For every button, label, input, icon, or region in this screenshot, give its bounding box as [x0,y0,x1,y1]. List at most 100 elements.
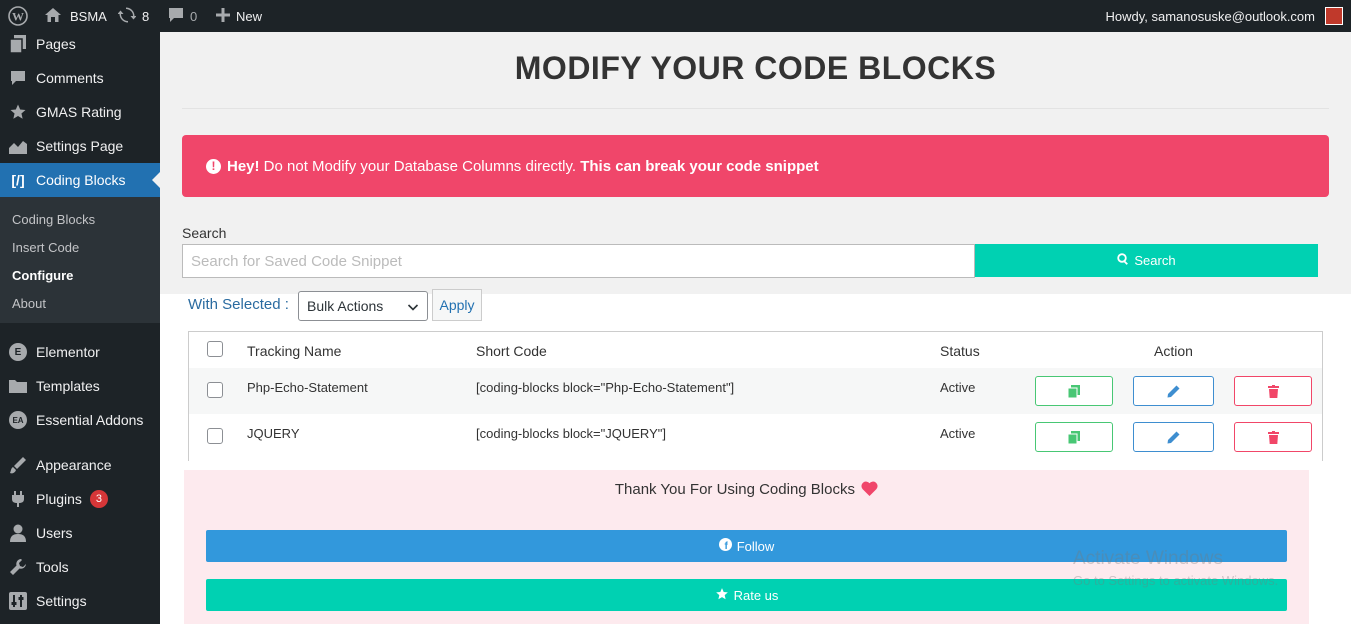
sidebar-item-label: Plugins [36,491,82,507]
rate-us-label: Rate us [733,587,779,603]
comments-count: 0 [190,8,198,24]
with-selected-label: With Selected : [188,296,289,313]
sidebar-item-label: Pages [36,36,76,52]
chevron-down-icon [407,300,419,316]
select-all-checkbox[interactable] [207,341,223,357]
thanks-message: Thank You For Using Coding Blocks [184,481,1309,498]
header-tracking-name: Tracking Name [247,343,342,359]
site-name: BSMA [70,8,107,24]
submenu-configure[interactable]: Configure [12,268,73,283]
activate-windows-title: Activate Windows [1073,548,1223,569]
bulk-actions-select[interactable]: Bulk Actions [298,291,428,321]
comments-icon [0,70,36,86]
sidebar-item-plugins[interactable]: Plugins 3 [0,482,160,516]
delete-button[interactable] [1234,376,1312,406]
copy-icon [1068,384,1080,398]
tracking-name-cell: JQUERY [247,426,300,441]
bulk-actions-value: Bulk Actions [307,298,384,314]
sidebar-item-label: Tools [36,559,69,575]
warning-lead: Hey! [227,157,260,175]
apply-button[interactable]: Apply [432,289,482,321]
updates-icon [117,6,137,27]
ea-icon: EA [9,411,27,429]
sidebar-item-label: Templates [36,378,100,394]
table-row: Php-Echo-Statement [coding-blocks block=… [189,368,1322,414]
edit-button[interactable] [1133,376,1214,406]
copy-icon [1068,430,1080,444]
star-icon [0,103,36,121]
admin-sidebar: Pages Comments GMAS Rating Settings Page… [0,32,160,624]
plugin-icon [0,490,36,508]
warning-text: Do not Modify your Database Columns dire… [259,157,581,175]
submenu-insert-code[interactable]: Insert Code [12,240,79,255]
star-icon [715,587,729,604]
user-icon [0,524,36,542]
sidebar-item-essential-addons[interactable]: EA Essential Addons [0,403,160,437]
search-button-label: Search [1134,253,1176,268]
activate-windows-subtitle: Go to Settings to activate Windows. [1073,573,1279,588]
code-icon: [/] [11,172,25,188]
pages-icon [0,35,36,53]
exclamation-circle-icon: ! [206,158,221,174]
sidebar-item-users[interactable]: Users [0,516,160,550]
sidebar-item-templates[interactable]: Templates [0,369,160,403]
avatar [1325,7,1343,25]
sidebar-item-pages[interactable]: Pages [0,27,160,61]
sidebar-item-label: Elementor [36,344,100,360]
sidebar-item-label: Appearance [36,457,112,473]
sidebar-item-gmas-rating[interactable]: GMAS Rating [0,95,160,129]
sidebar-item-coding-blocks[interactable]: [/] Coding Blocks [0,163,160,197]
sidebar-item-label: Users [36,525,73,541]
comments-link[interactable]: 0 [168,0,197,32]
follow-label: Follow [736,538,775,554]
plugins-update-badge: 3 [89,490,108,508]
pencil-icon [1167,385,1180,397]
search-input[interactable] [182,244,975,278]
home-icon [44,7,62,26]
tracking-name-cell: Php-Echo-Statement [247,380,368,395]
updates-count: 8 [142,8,150,24]
submenu-about[interactable]: About [12,296,46,311]
copy-button[interactable] [1035,376,1113,406]
admin-bar: W BSMA 8 0 New Howdy, samanosuske@outloo… [0,0,1351,32]
header-short-code: Short Code [476,343,547,359]
delete-button[interactable] [1234,422,1312,452]
header-status: Status [940,343,980,359]
search-icon [1117,253,1129,268]
sidebar-item-label: GMAS Rating [36,104,122,120]
sidebar-item-comments[interactable]: Comments [0,61,160,95]
sidebar-item-tools[interactable]: Tools [0,550,160,584]
current-arrow [152,172,160,188]
settings-icon [0,592,36,610]
sidebar-item-label: Settings Page [36,138,124,154]
sidebar-item-settings-page[interactable]: Settings Page [0,129,160,163]
new-label: New [236,8,263,24]
wrench-icon [0,558,36,576]
title-divider [182,108,1329,109]
header-action: Action [1154,343,1193,359]
short-code-cell: [coding-blocks block="JQUERY"] [476,426,666,441]
row-checkbox[interactable] [207,382,223,398]
new-content-link[interactable]: New [216,0,262,32]
sidebar-item-appearance[interactable]: Appearance [0,448,160,482]
status-cell: Active [940,426,976,441]
facebook-icon: f [718,538,732,554]
row-checkbox[interactable] [207,428,223,444]
submenu-coding-blocks[interactable]: Coding Blocks [12,212,95,227]
warning-emphasis: This can break your code snippet [580,157,819,175]
search-button[interactable]: Search [975,244,1318,277]
elementor-icon: E [9,343,27,361]
svg-text:W: W [12,10,24,24]
warning-banner: ! Hey! Do not Modify your Database Colum… [182,135,1329,197]
comment-bubble-icon [168,7,184,26]
edit-button[interactable] [1133,422,1214,452]
sidebar-item-elementor[interactable]: E Elementor [0,335,160,369]
chart-icon [0,138,36,154]
folder-icon [0,378,36,394]
plus-icon [216,7,230,25]
sidebar-item-label: Settings [36,593,87,609]
brush-icon [0,456,36,474]
account-menu[interactable]: Howdy, samanosuske@outlook.com [1106,0,1343,32]
copy-button[interactable] [1035,422,1113,452]
sidebar-item-settings[interactable]: Settings [0,584,160,618]
